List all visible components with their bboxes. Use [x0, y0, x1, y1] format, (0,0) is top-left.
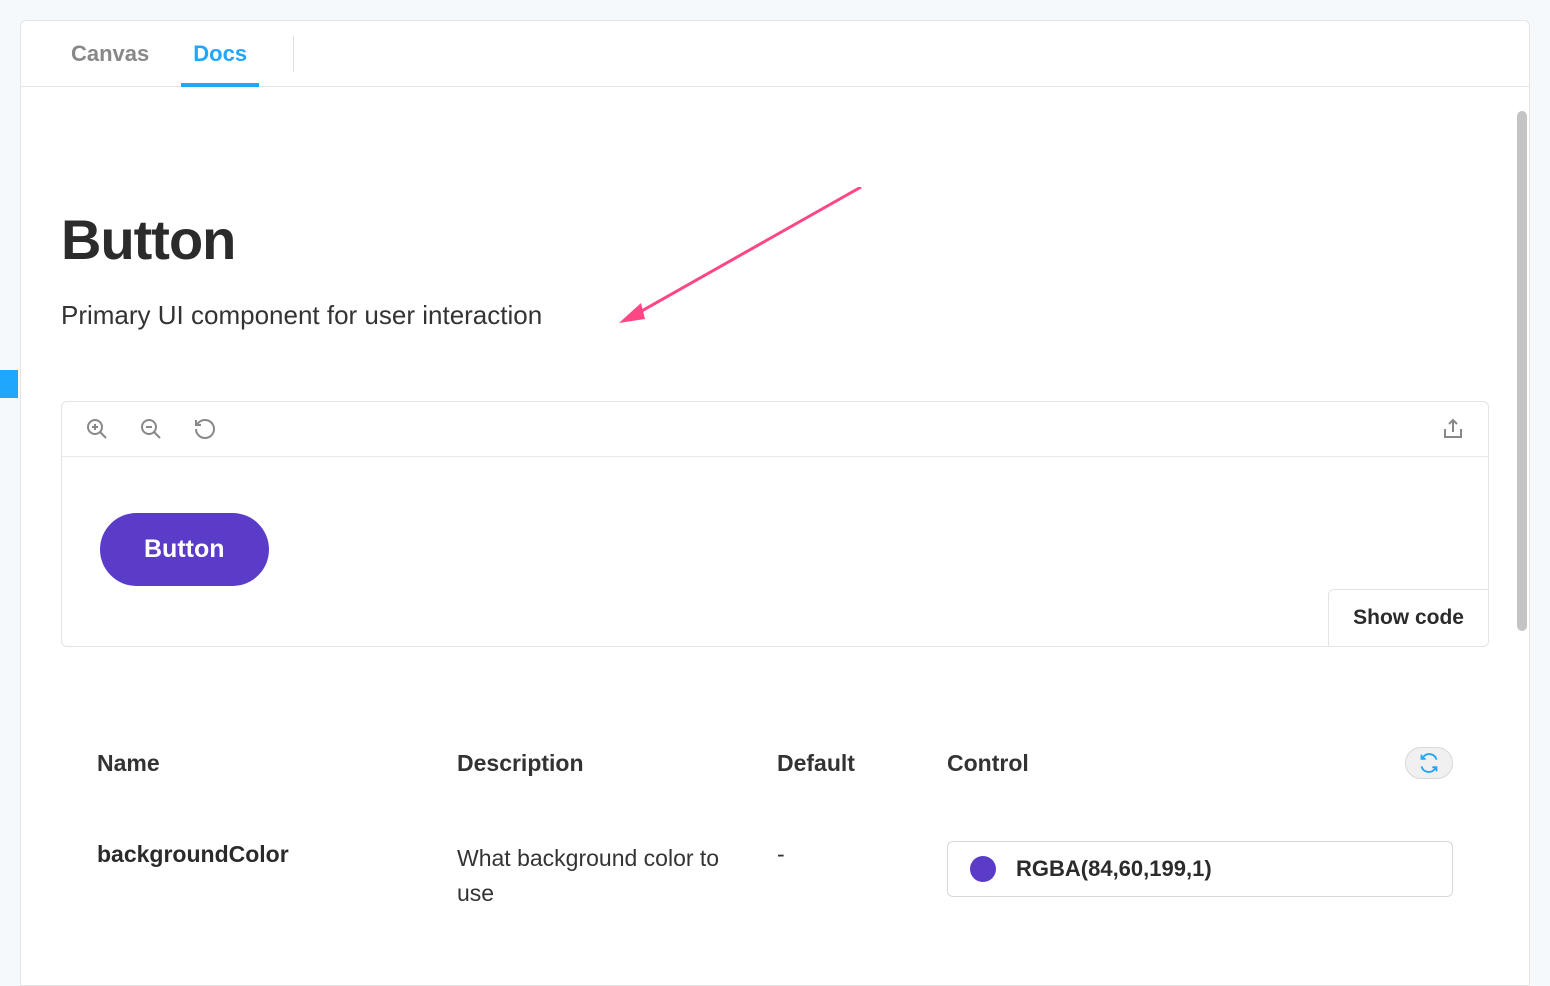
arg-description: What background color to use [457, 841, 757, 910]
reset-controls-button[interactable] [1405, 747, 1453, 779]
left-edge-indicator [0, 370, 18, 398]
zoom-out-icon[interactable] [138, 416, 164, 442]
zoom-in-icon[interactable] [84, 416, 110, 442]
docs-content: Button Primary UI component for user int… [21, 87, 1529, 985]
sync-icon [1419, 753, 1439, 773]
tabs-bar: Canvas Docs [21, 21, 1529, 87]
toolbar-left [84, 416, 218, 442]
col-header-control: Control [947, 747, 1453, 779]
storybook-panel: Canvas Docs Button Primary UI component … [20, 20, 1530, 986]
page-title: Button [61, 207, 1489, 272]
preview-card: Button Show code [61, 401, 1489, 647]
show-code-button[interactable]: Show code [1328, 589, 1489, 647]
tab-canvas[interactable]: Canvas [49, 21, 171, 86]
reset-zoom-icon[interactable] [192, 416, 218, 442]
tab-divider [293, 36, 294, 72]
preview-toolbar [62, 402, 1488, 457]
color-control[interactable]: RGBA(84,60,199,1) [947, 841, 1453, 897]
args-header-row: Name Description Default Control [61, 747, 1489, 817]
arg-name: backgroundColor [97, 841, 437, 868]
demo-button[interactable]: Button [100, 513, 269, 586]
args-row-backgroundcolor: backgroundColor What background color to… [61, 817, 1489, 934]
page-subtitle: Primary UI component for user interactio… [61, 300, 1489, 331]
args-table: Name Description Default Control [61, 747, 1489, 934]
scrollbar-thumb[interactable] [1517, 111, 1527, 631]
tab-docs[interactable]: Docs [171, 21, 269, 86]
color-value: RGBA(84,60,199,1) [1016, 856, 1212, 882]
share-icon[interactable] [1440, 416, 1466, 442]
col-header-description: Description [457, 750, 757, 777]
arg-default: - [777, 841, 927, 868]
col-header-control-label: Control [947, 750, 1029, 777]
preview-body: Button Show code [62, 457, 1488, 646]
color-swatch [970, 856, 996, 882]
col-header-name: Name [97, 750, 437, 777]
col-header-default: Default [777, 750, 927, 777]
